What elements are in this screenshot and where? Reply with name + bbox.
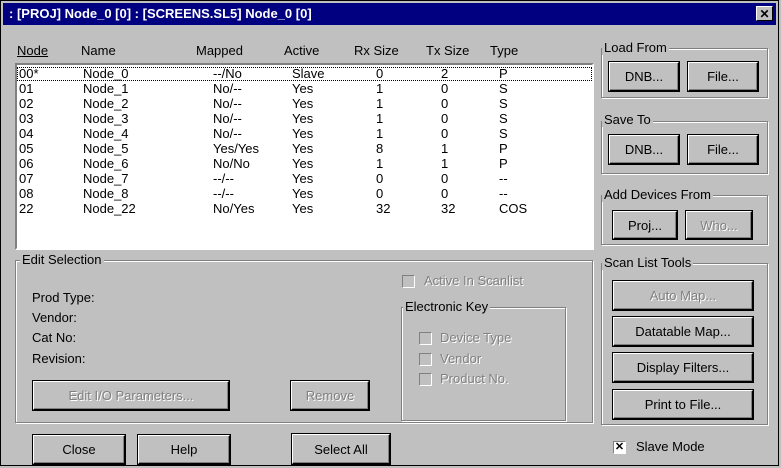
electronic-key-label: Electronic Key bbox=[403, 299, 491, 314]
save-file-button[interactable]: File... bbox=[688, 135, 758, 164]
edit-selection-label: Edit Selection bbox=[20, 252, 104, 267]
col-header-active[interactable]: Active bbox=[284, 43, 319, 58]
add-proj-button[interactable]: Proj... bbox=[613, 211, 677, 239]
table-row[interactable]: 03 Node_3 No/-- Yes 1 0 S bbox=[17, 112, 592, 126]
cat-no-label: Cat No: bbox=[32, 330, 77, 345]
table-row[interactable]: 08 Node_8 --/-- Yes 0 0 -- bbox=[17, 187, 592, 201]
table-row[interactable]: 00* Node_0 --/No Slave 0 2 P bbox=[17, 67, 592, 81]
active-in-scanlist-label: Active In Scanlist bbox=[424, 273, 523, 288]
slave-mode-checkbox[interactable]: ✕ bbox=[613, 441, 626, 454]
vendor-check-label: Vendor bbox=[440, 351, 482, 366]
select-all-button[interactable]: Select All bbox=[292, 434, 390, 464]
node-list[interactable]: 00* Node_0 --/No Slave 0 2 P 01 Node_1 N… bbox=[15, 63, 594, 250]
auto-map-button[interactable]: Auto Map... bbox=[613, 281, 753, 310]
vendor-checkbox[interactable] bbox=[419, 353, 432, 366]
save-to-label: Save To bbox=[602, 112, 653, 127]
help-button[interactable]: Help bbox=[138, 435, 230, 464]
save-dnb-button[interactable]: DNB... bbox=[609, 135, 679, 164]
col-header-mapped[interactable]: Mapped bbox=[196, 43, 243, 58]
col-header-node[interactable]: Node bbox=[17, 43, 48, 58]
load-from-label: Load From bbox=[602, 40, 669, 55]
table-row[interactable]: 02 Node_2 No/-- Yes 1 0 S bbox=[17, 97, 592, 111]
col-header-name[interactable]: Name bbox=[81, 43, 116, 58]
device-type-checkbox[interactable] bbox=[419, 332, 432, 345]
print-to-file-button[interactable]: Print to File... bbox=[613, 390, 753, 419]
remove-button[interactable]: Remove bbox=[291, 381, 369, 410]
col-header-tx-size[interactable]: Tx Size bbox=[426, 43, 469, 58]
product-no-label: Product No. bbox=[440, 371, 509, 386]
load-file-button[interactable]: File... bbox=[688, 62, 758, 91]
table-row[interactable]: 05 Node_5 Yes/Yes Yes 8 1 P bbox=[17, 142, 592, 156]
window-title: : [PROJ] Node_0 [0] : [SCREENS.SL5] Node… bbox=[9, 6, 312, 21]
product-no-checkbox[interactable] bbox=[419, 373, 432, 386]
edit-io-parameters-button[interactable]: Edit I/O Parameters... bbox=[33, 381, 229, 410]
active-in-scanlist-checkbox[interactable] bbox=[402, 275, 415, 288]
close-button[interactable]: Close bbox=[33, 435, 125, 464]
add-who-button[interactable]: Who... bbox=[686, 211, 752, 239]
vendor-label: Vendor: bbox=[32, 310, 77, 325]
dialog-window: : [PROJ] Node_0 [0] : [SCREENS.SL5] Node… bbox=[0, 0, 779, 466]
slave-mode-label: Slave Mode bbox=[636, 439, 705, 454]
datatable-map-button[interactable]: Datatable Map... bbox=[613, 317, 753, 346]
check-icon: ✕ bbox=[614, 441, 625, 453]
add-devices-label: Add Devices From bbox=[602, 187, 713, 202]
revision-label: Revision: bbox=[32, 351, 86, 366]
table-row[interactable]: 22 Node_22 No/Yes Yes 32 32 COS bbox=[17, 202, 592, 216]
display-filters-button[interactable]: Display Filters... bbox=[613, 353, 753, 382]
table-row[interactable]: 06 Node_6 No/No Yes 1 1 P bbox=[17, 157, 592, 171]
col-header-rx-size[interactable]: Rx Size bbox=[354, 43, 399, 58]
scan-list-tools-label: Scan List Tools bbox=[602, 255, 694, 270]
device-type-label: Device Type bbox=[440, 330, 512, 345]
load-dnb-button[interactable]: DNB... bbox=[609, 62, 679, 91]
prod-type-label: Prod Type: bbox=[32, 290, 95, 305]
close-window-button[interactable]: ✕ bbox=[756, 6, 773, 21]
table-row[interactable]: 04 Node_4 No/-- Yes 1 0 S bbox=[17, 127, 592, 141]
close-icon: ✕ bbox=[759, 6, 770, 21]
col-header-type[interactable]: Type bbox=[490, 43, 518, 58]
title-bar: : [PROJ] Node_0 [0] : [SCREENS.SL5] Node… bbox=[3, 3, 776, 25]
table-row[interactable]: 07 Node_7 --/-- Yes 0 0 -- bbox=[17, 172, 592, 186]
table-row[interactable]: 01 Node_1 No/-- Yes 1 0 S bbox=[17, 82, 592, 96]
